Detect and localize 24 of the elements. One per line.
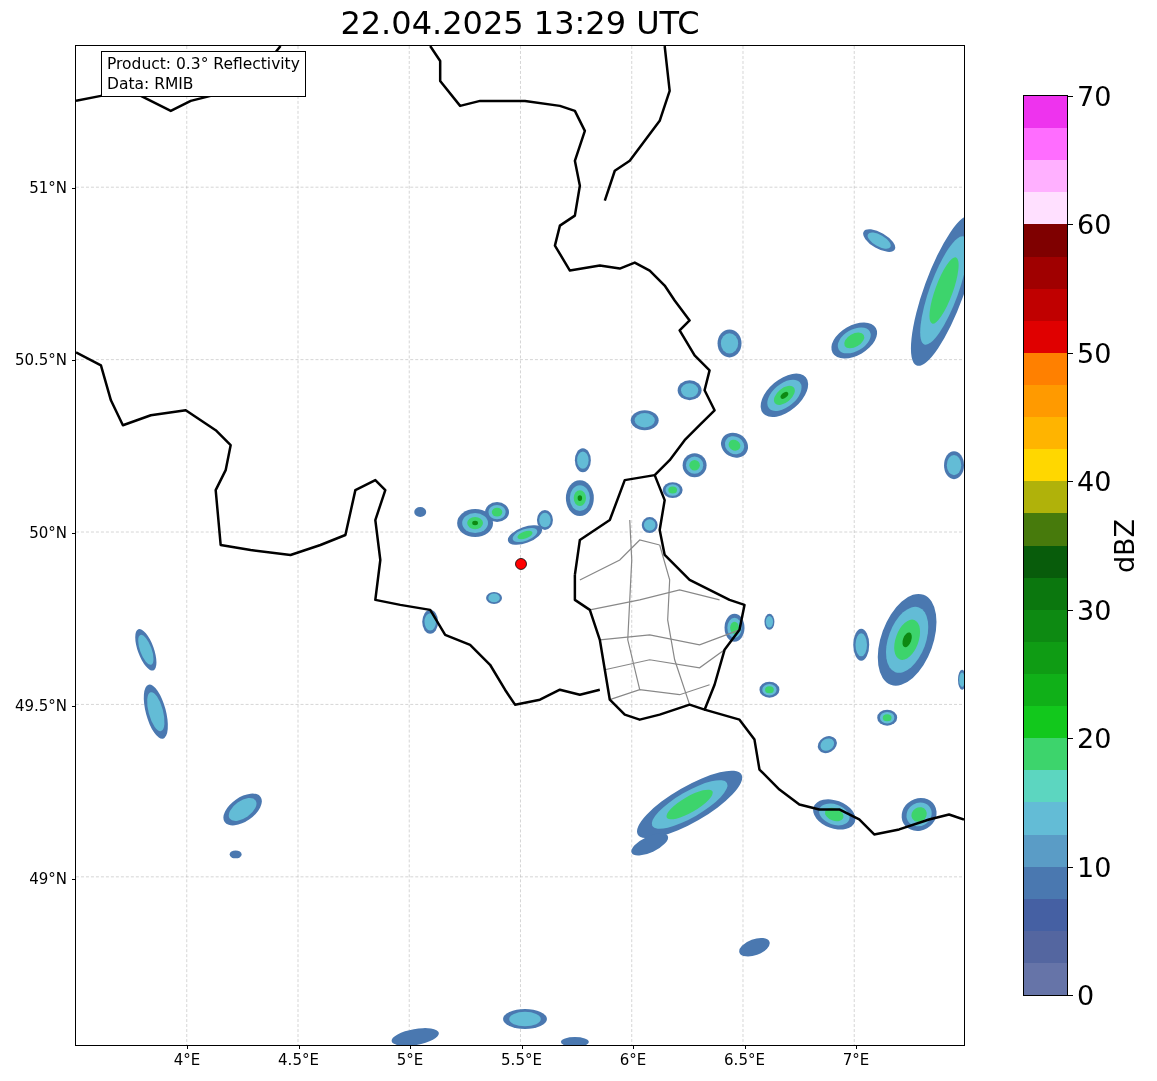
colorbar-tick-label: 60 <box>1077 208 1112 240</box>
latitude-label: 50.5°N <box>14 351 67 370</box>
colorbar-tick-label: 40 <box>1077 465 1112 497</box>
longitude-label: 4°E <box>173 1051 201 1069</box>
longitude-label: 6°E <box>619 1051 647 1069</box>
colorbar-tick-label: 10 <box>1077 851 1112 883</box>
longitude-label: 6.5°E <box>724 1051 765 1069</box>
longitude-label: 4.5°E <box>278 1051 319 1069</box>
latitude-label: 51°N <box>29 178 67 197</box>
latitude-label: 50°N <box>29 524 67 542</box>
colorbar-tick-label: 0 <box>1077 979 1095 1011</box>
longitude-label: 7°E <box>842 1051 870 1069</box>
longitude-label: 5.5°E <box>501 1051 542 1069</box>
latitude-label: 49.5°N <box>14 696 67 715</box>
colorbar-tick-label: 30 <box>1077 594 1112 626</box>
colorbar-tick-label: 20 <box>1077 722 1112 754</box>
info-text: Data: RMIB <box>107 74 195 94</box>
colorbar-label: dBZ <box>1108 518 1140 573</box>
info-text: Product: 0.3° Reflectivity <box>107 54 300 74</box>
longitude-label: 5°E <box>396 1051 424 1069</box>
colorbar-tick-label: 50 <box>1077 337 1112 369</box>
latitude-label: 49°N <box>29 869 67 888</box>
chart-title: 22.04.2025 13:29 UTC <box>340 3 700 42</box>
colorbar-tick-label: 70 <box>1077 80 1112 112</box>
